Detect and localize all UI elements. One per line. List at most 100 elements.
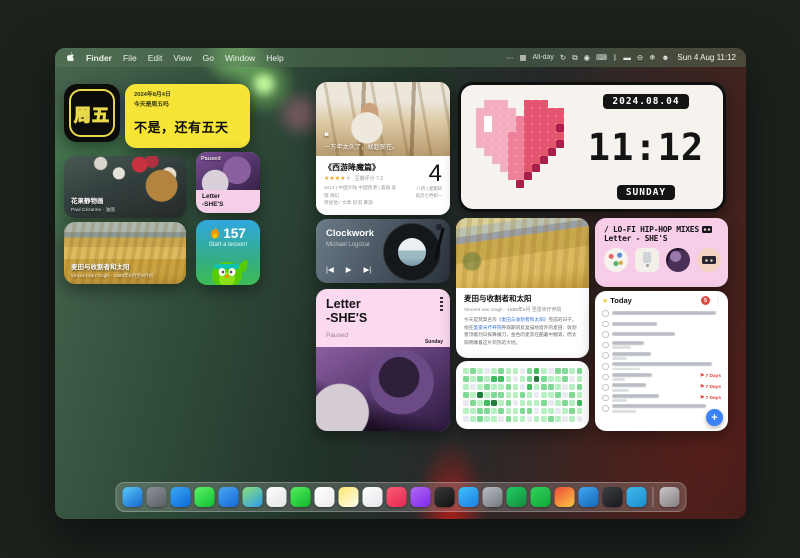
dock-tv-icon[interactable]	[434, 487, 454, 507]
apple-menu-icon[interactable]	[65, 52, 75, 63]
todo-item[interactable]	[602, 350, 721, 361]
menu-clock[interactable]: Sun 4 Aug 11:12	[677, 53, 736, 62]
contribution-cell	[477, 392, 483, 398]
menu-item-view[interactable]: View	[173, 53, 191, 63]
todo-checkbox[interactable]	[602, 395, 609, 402]
todo-checkbox[interactable]	[602, 342, 609, 349]
dock-vscode-icon[interactable]	[578, 487, 598, 507]
dock-facetime-icon[interactable]	[290, 487, 310, 507]
contribution-graph-widget[interactable]	[456, 361, 589, 429]
focus-icon[interactable]: ⊖	[637, 53, 643, 62]
dock-mail-icon[interactable]	[218, 487, 238, 507]
todo-menu-icon[interactable]: ⋮	[715, 297, 721, 304]
dock-telegram-icon[interactable]	[626, 487, 646, 507]
dock-launchpad-icon[interactable]	[146, 487, 166, 507]
dock-podcasts-icon[interactable]	[410, 487, 430, 507]
add-reminder-button[interactable]: +	[706, 409, 723, 426]
todo-item[interactable]: ⚑ 7 Days	[602, 382, 721, 393]
vangogh-daily-art-widget[interactable]: 麦田与收割者和太阳 Vincent van Gogh · 1889年6月 圣雷米…	[456, 218, 589, 358]
bluetooth-icon[interactable]: ᛒ	[613, 53, 618, 62]
todo-checkbox[interactable]	[602, 352, 609, 359]
todo-checkbox[interactable]	[602, 363, 609, 370]
todo-checkbox[interactable]	[602, 310, 609, 317]
contribution-cell	[470, 392, 476, 398]
sync-icon[interactable]: ↻	[560, 53, 566, 62]
dock-spotify-icon[interactable]	[506, 487, 526, 507]
todo-item[interactable]	[602, 308, 721, 319]
dock-chrome-icon[interactable]	[554, 487, 574, 507]
more-icon[interactable]: ⋯	[506, 53, 514, 62]
menu-item-help[interactable]: Help	[266, 53, 283, 63]
music-widget-large[interactable]: Letter -SHE'S Paused Sunday	[316, 289, 450, 431]
clockwork-player-widget[interactable]: Clockwork Michael Logozar |◀ ▶ ▶|	[316, 219, 450, 283]
todo-checkbox[interactable]	[602, 321, 609, 328]
todo-checkbox[interactable]	[602, 384, 609, 391]
snowflake-icon[interactable]: ❄	[649, 53, 655, 62]
doodle-album-thumb[interactable]	[604, 248, 628, 272]
todo-item[interactable]: ⚑ 7 Days	[602, 372, 721, 383]
friday-countdown-widget[interactable]: 2024年8月4日 今天是周五吗 不是，还有五天	[125, 84, 250, 148]
menu-item-finder[interactable]: Finder	[86, 53, 112, 63]
menu-item-file[interactable]: File	[123, 53, 137, 63]
reminders-today-widget[interactable]: ★ Today 5 ⋮ ⚑ 7 Days⚑ 7 Days⚑ 7 Days +	[595, 291, 728, 431]
todo-item[interactable]	[602, 340, 721, 351]
calendar-status-label[interactable]: All-day	[532, 54, 553, 61]
dock-messages-icon[interactable]	[194, 487, 214, 507]
duolingo-widget[interactable]: 157 Start a lesson!	[196, 220, 260, 285]
record-icon[interactable]: ◉	[584, 53, 591, 62]
todo-checkbox[interactable]	[602, 405, 609, 412]
heart-pixel	[540, 172, 548, 180]
movie-quote-widget[interactable]: ❝ 一万年太久了，就趁现在。 《西游降魔篇》 ★★★★★ 豆瓣评分 7.2 20…	[316, 82, 450, 215]
todo-item[interactable]	[602, 329, 721, 340]
dock-calendar-icon[interactable]	[314, 487, 334, 507]
todo-item[interactable]: ⚑ 7 Days	[602, 393, 721, 404]
lofi-playlist-widget[interactable]: / LO-FI HIP-HOP MIXES Letter - SHE'S	[595, 218, 728, 287]
dock-safari-icon[interactable]	[170, 487, 190, 507]
friday-date: 2024年8月4日	[134, 91, 241, 99]
purple-album-thumb[interactable]	[666, 248, 690, 272]
user-icon[interactable]: ☻	[662, 53, 670, 62]
wheatfield-art-widget[interactable]: 麦田与收割者和太阳 Vincent van Gogh · 1889年6月至9月初	[64, 222, 186, 284]
dock-wechat-icon[interactable]	[530, 487, 550, 507]
dock-terminal-icon[interactable]	[602, 487, 622, 507]
contribution-cell	[477, 416, 483, 422]
screen-mirroring-icon[interactable]: ⧉	[572, 53, 577, 63]
dock-music-icon[interactable]	[386, 487, 406, 507]
heart-pixel	[476, 148, 484, 156]
dock-settings-icon[interactable]	[482, 487, 502, 507]
dock-photos-icon[interactable]	[266, 487, 286, 507]
mp3-player-thumb[interactable]	[635, 248, 659, 272]
description-link[interactable]: 圣雷米疗养院	[473, 325, 501, 330]
dock-trash-icon[interactable]	[659, 487, 679, 507]
menu-item-window[interactable]: Window	[225, 53, 255, 63]
todo-item[interactable]	[602, 319, 721, 330]
todo-checkbox[interactable]	[602, 331, 609, 338]
description-link[interactable]: 《麦田与收割者和太阳》	[497, 317, 549, 322]
heart-pixel	[508, 156, 516, 164]
contribution-cell	[548, 408, 554, 414]
contribution-cell	[534, 384, 540, 390]
todo-item[interactable]	[602, 403, 721, 414]
dock-reminders-icon[interactable]	[362, 487, 382, 507]
dock-appstore-icon[interactable]	[458, 487, 478, 507]
stage-manager-icon[interactable]: ▦	[519, 53, 526, 62]
battery-icon[interactable]: ▬	[623, 53, 631, 62]
todo-checkbox[interactable]	[602, 374, 609, 381]
todo-item[interactable]	[602, 361, 721, 372]
cezanne-art-widget[interactable]: 花果静物画 Paul Cézanne · 油画	[64, 156, 186, 218]
dock-maps-icon[interactable]	[242, 487, 262, 507]
keyboard-icon[interactable]: ⌨	[596, 53, 607, 62]
next-track-button[interactable]: ▶|	[364, 265, 372, 274]
music-widget-small[interactable]: Paused Letter -SHE'S	[196, 152, 260, 213]
cassette-album-thumb[interactable]	[697, 248, 721, 272]
contribution-cell	[534, 368, 540, 374]
play-button[interactable]: ▶	[346, 265, 352, 274]
menu-item-edit[interactable]: Edit	[148, 53, 163, 63]
heart-pixel	[508, 132, 516, 140]
friday-app-icon[interactable]: 周五	[64, 84, 120, 142]
previous-track-button[interactable]: |◀	[326, 265, 334, 274]
dock-finder-icon[interactable]	[122, 487, 142, 507]
dock-notes-icon[interactable]	[338, 487, 358, 507]
pixel-clock-widget[interactable]: 2024.08.04 11:12 SUNDAY	[458, 82, 726, 212]
menu-item-go[interactable]: Go	[203, 53, 214, 63]
